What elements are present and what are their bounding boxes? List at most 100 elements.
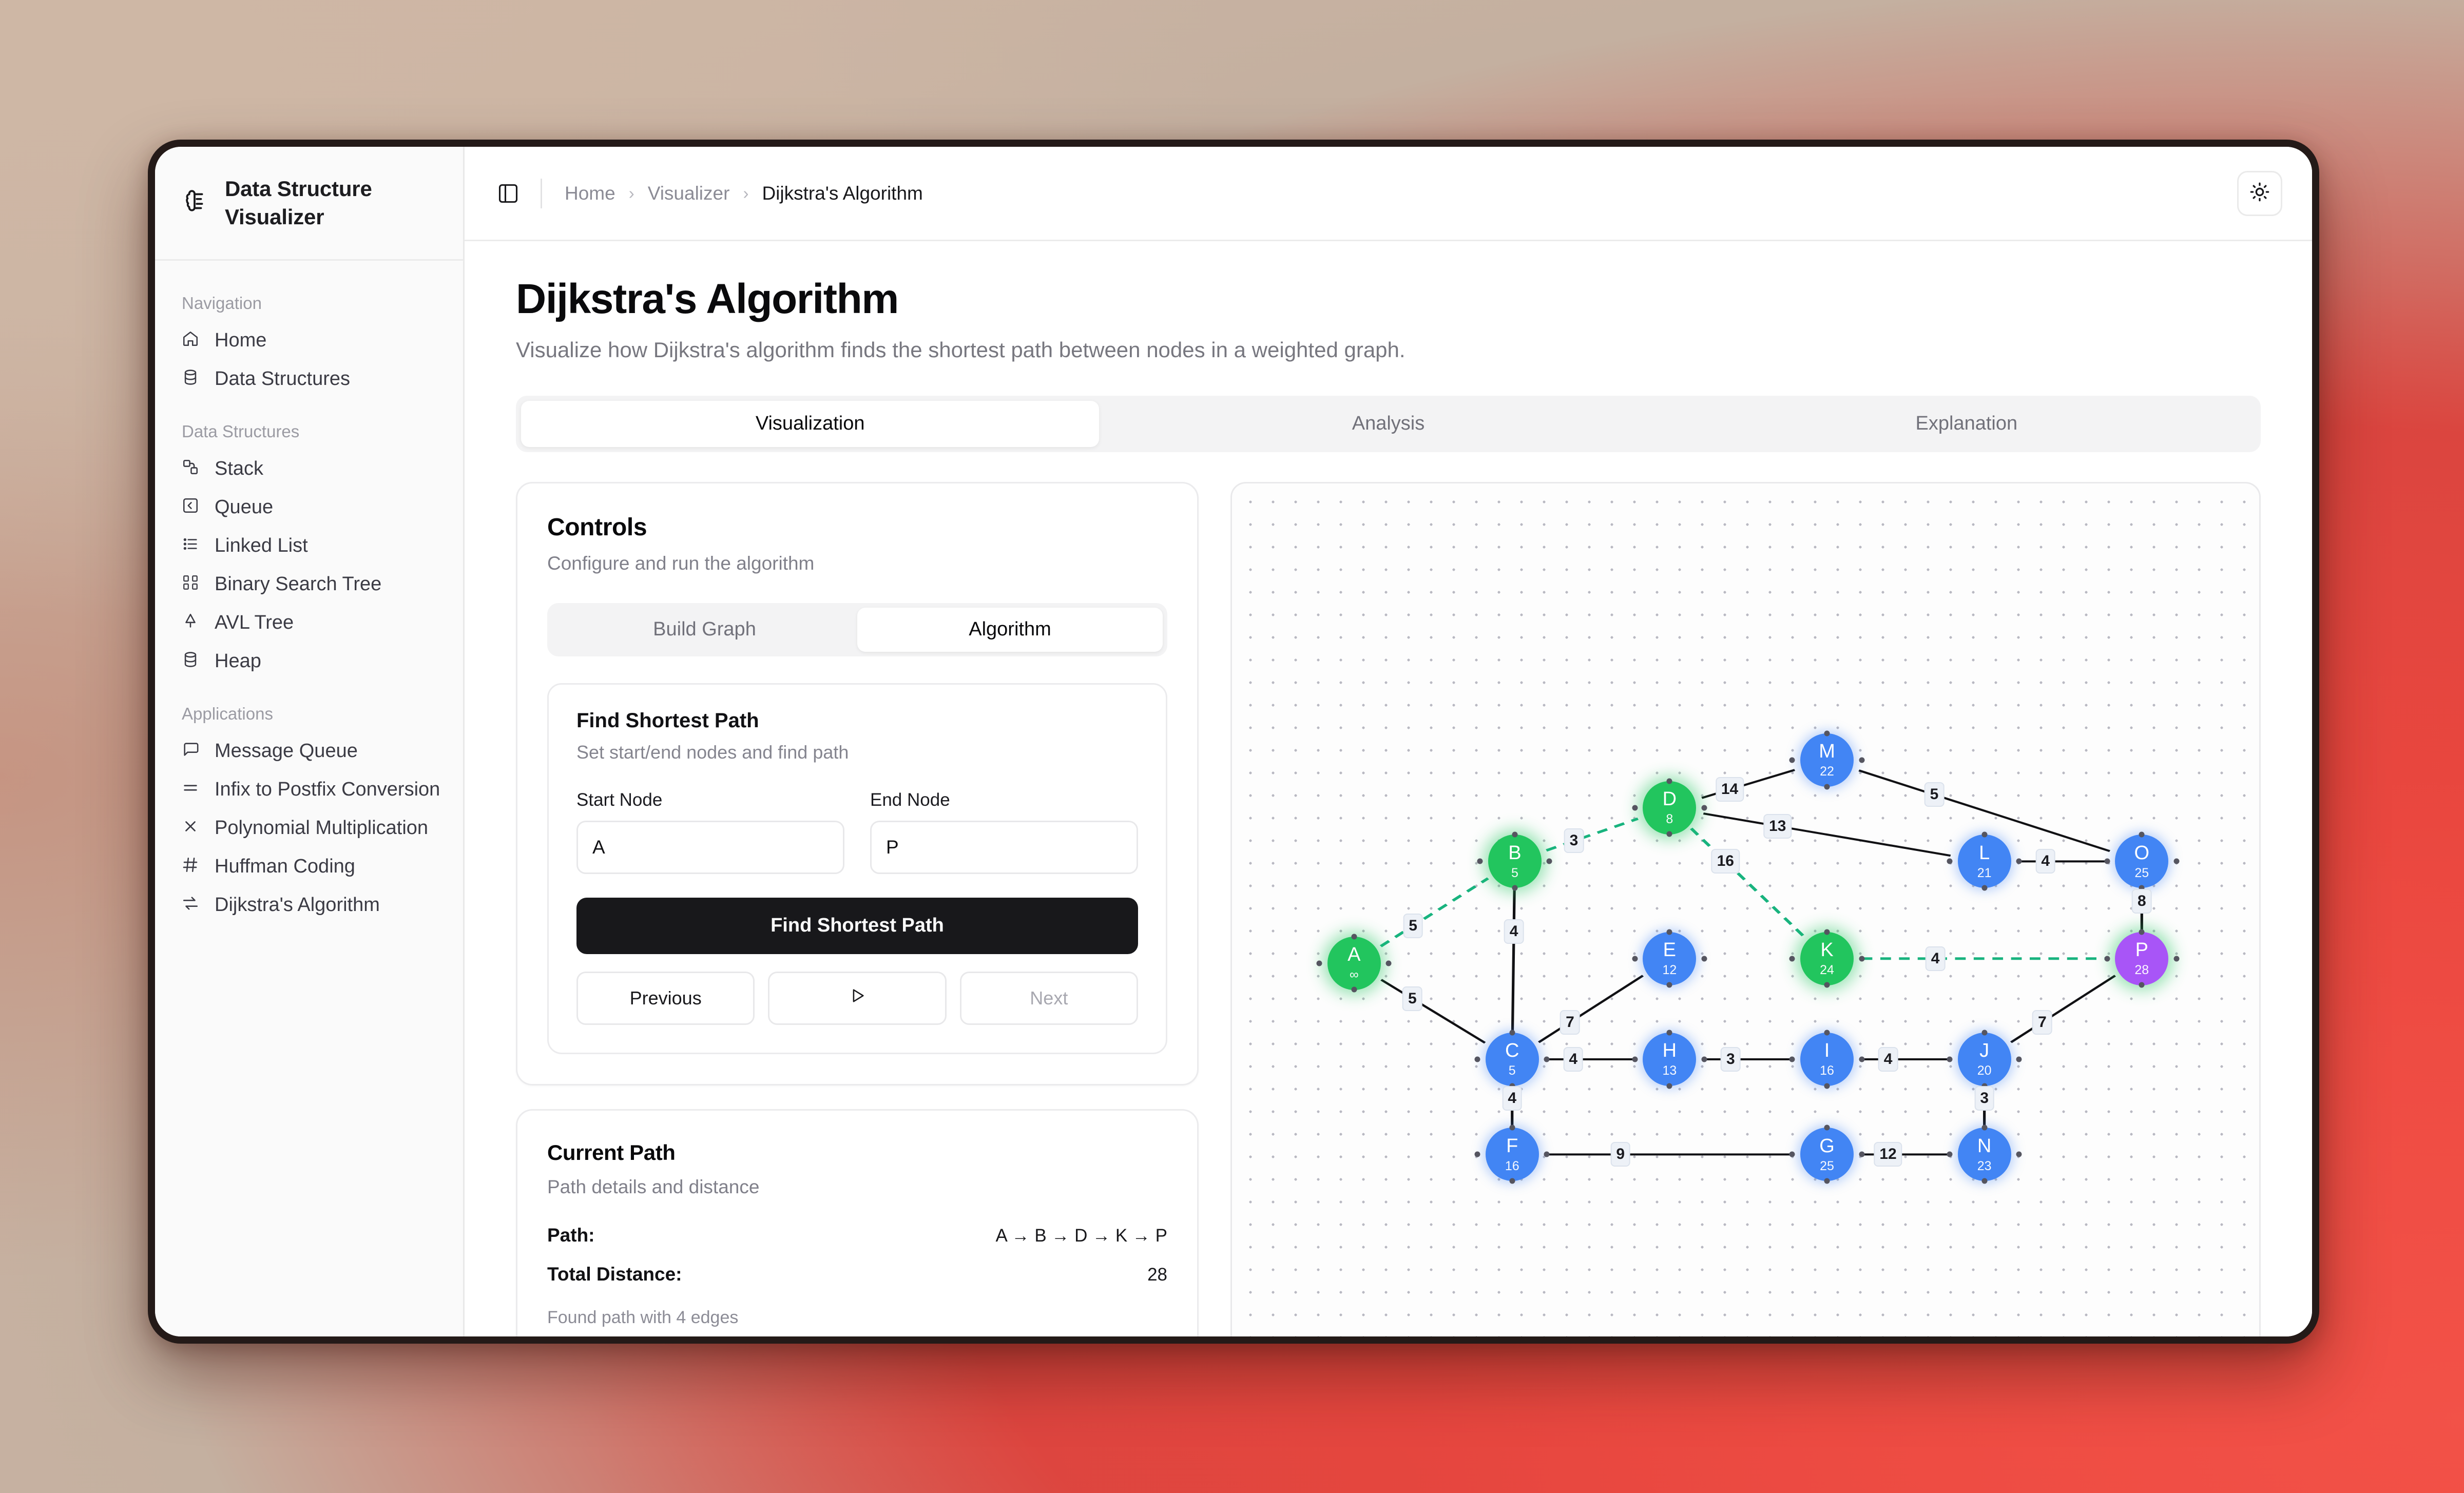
- node-connection-handle[interactable]: [2139, 831, 2145, 838]
- node-connection-handle[interactable]: [2104, 956, 2110, 962]
- graph-node-h[interactable]: H 13: [1643, 1032, 1697, 1086]
- mode-algorithm[interactable]: Algorithm: [857, 607, 1163, 652]
- tab-visualization[interactable]: Visualization: [521, 400, 1100, 447]
- app-brand[interactable]: Data Structure Visualizer: [155, 147, 463, 261]
- node-connection-handle[interactable]: [1981, 885, 1988, 891]
- graph-node-f[interactable]: F 16: [1485, 1128, 1539, 1181]
- sidebar-item-data-structures[interactable]: Data Structures: [155, 360, 463, 398]
- node-connection-handle[interactable]: [1824, 1030, 1830, 1036]
- sidebar-item-message-queue[interactable]: Message Queue: [155, 732, 463, 770]
- tab-analysis[interactable]: Analysis: [1099, 401, 1677, 447]
- node-connection-handle[interactable]: [1351, 986, 1357, 993]
- node-connection-handle[interactable]: [1546, 858, 1552, 864]
- node-connection-handle[interactable]: [1981, 831, 1988, 838]
- node-connection-handle[interactable]: [1544, 1056, 1550, 1062]
- graph-node-e[interactable]: E 12: [1643, 932, 1697, 985]
- play-button[interactable]: [768, 971, 947, 1025]
- node-connection-handle[interactable]: [2139, 982, 2145, 988]
- sidebar-item-infix-to-postfix[interactable]: Infix to Postfix Conversion: [155, 770, 463, 809]
- node-connection-handle[interactable]: [1859, 757, 1865, 763]
- sidebar-item-stack[interactable]: Stack: [155, 450, 463, 488]
- graph-edge[interactable]: [1379, 877, 1489, 947]
- previous-step-button[interactable]: Previous: [576, 971, 755, 1025]
- node-connection-handle[interactable]: [2173, 858, 2180, 864]
- node-connection-handle[interactable]: [1512, 831, 1518, 838]
- node-connection-handle[interactable]: [1666, 778, 1672, 784]
- node-connection-handle[interactable]: [1947, 858, 1953, 864]
- node-connection-handle[interactable]: [1824, 1083, 1830, 1089]
- node-connection-handle[interactable]: [1385, 960, 1392, 966]
- node-connection-handle[interactable]: [1509, 1124, 1515, 1131]
- node-connection-handle[interactable]: [1474, 1056, 1480, 1062]
- node-connection-handle[interactable]: [1824, 1124, 1830, 1131]
- graph-node-o[interactable]: O 25: [2115, 835, 2169, 888]
- graph-edge[interactable]: [1537, 975, 1644, 1043]
- sidebar-item-linked-list[interactable]: Linked List: [155, 527, 463, 565]
- graph-node-l[interactable]: L 21: [1957, 835, 2011, 888]
- sidebar-item-queue[interactable]: Queue: [155, 488, 463, 527]
- node-connection-handle[interactable]: [1544, 1151, 1550, 1157]
- node-connection-handle[interactable]: [1824, 784, 1830, 790]
- graph-edge[interactable]: [1703, 812, 1951, 857]
- node-connection-handle[interactable]: [2173, 956, 2180, 962]
- node-connection-handle[interactable]: [1701, 1056, 1707, 1062]
- sidebar-item-heap[interactable]: Heap: [155, 642, 463, 681]
- node-connection-handle[interactable]: [1824, 1178, 1830, 1184]
- node-connection-handle[interactable]: [1824, 730, 1830, 736]
- node-connection-handle[interactable]: [1981, 1178, 1988, 1184]
- sidebar-item-binary-search-tree[interactable]: Binary Search Tree: [155, 565, 463, 604]
- mode-build-graph[interactable]: Build Graph: [552, 608, 857, 652]
- graph-node-p[interactable]: P 28: [2115, 932, 2169, 985]
- node-connection-handle[interactable]: [1632, 956, 1638, 962]
- breadcrumb-item-visualizer[interactable]: Visualizer: [648, 183, 730, 204]
- node-connection-handle[interactable]: [1947, 1151, 1953, 1157]
- graph-node-b[interactable]: B5: [1488, 835, 1542, 888]
- node-connection-handle[interactable]: [1509, 1178, 1515, 1184]
- graph-edge[interactable]: [1690, 827, 1807, 939]
- graph-node-n[interactable]: N 23: [1957, 1128, 2011, 1181]
- graph-node-d[interactable]: D8: [1643, 781, 1697, 835]
- graph-node-m[interactable]: M 22: [1800, 733, 1854, 787]
- node-connection-handle[interactable]: [1632, 1056, 1638, 1062]
- node-connection-handle[interactable]: [1859, 1056, 1865, 1062]
- node-connection-handle[interactable]: [1351, 934, 1357, 940]
- node-connection-handle[interactable]: [1824, 929, 1830, 935]
- graph-edge[interactable]: [1380, 979, 1486, 1044]
- node-connection-handle[interactable]: [1789, 1151, 1795, 1157]
- node-connection-handle[interactable]: [1666, 1083, 1672, 1089]
- sidebar-item-avl-tree[interactable]: AVL Tree: [155, 604, 463, 642]
- node-connection-handle[interactable]: [2016, 1151, 2022, 1157]
- graph-node-i[interactable]: I 16: [1800, 1032, 1854, 1086]
- graph-edge[interactable]: [1546, 817, 1639, 852]
- node-connection-handle[interactable]: [1632, 805, 1638, 811]
- node-connection-handle[interactable]: [1701, 805, 1707, 811]
- graph-node-c[interactable]: C5: [1485, 1032, 1539, 1086]
- node-connection-handle[interactable]: [1947, 1056, 1953, 1062]
- start-node-input[interactable]: A: [576, 820, 844, 874]
- node-connection-handle[interactable]: [1981, 1124, 1988, 1131]
- sidebar-item-home[interactable]: Home: [155, 321, 463, 360]
- node-connection-handle[interactable]: [1512, 885, 1518, 891]
- node-connection-handle[interactable]: [1666, 982, 1672, 988]
- node-connection-handle[interactable]: [1477, 858, 1483, 864]
- node-connection-handle[interactable]: [2016, 1056, 2022, 1062]
- sidebar-item-dijkstras-algorithm[interactable]: Dijkstra's Algorithm: [155, 886, 463, 924]
- node-connection-handle[interactable]: [1789, 956, 1795, 962]
- node-connection-handle[interactable]: [2016, 858, 2022, 864]
- tab-explanation[interactable]: Explanation: [1678, 401, 2256, 447]
- node-connection-handle[interactable]: [1981, 1030, 1988, 1036]
- node-connection-handle[interactable]: [2139, 929, 2145, 935]
- graph-node-k[interactable]: K 24: [1800, 932, 1854, 985]
- node-connection-handle[interactable]: [1789, 757, 1795, 763]
- graph-node-j[interactable]: J 20: [1957, 1032, 2011, 1086]
- node-connection-handle[interactable]: [1859, 956, 1865, 962]
- sidebar-item-polynomial-multiplication[interactable]: Polynomial Multiplication: [155, 809, 463, 847]
- graph-node-g[interactable]: G 25: [1800, 1128, 1854, 1181]
- theme-toggle-button[interactable]: [2237, 170, 2282, 216]
- graph-node-a[interactable]: A ∞: [1327, 936, 1381, 990]
- find-shortest-path-button[interactable]: Find Shortest Path: [576, 897, 1138, 954]
- end-node-input[interactable]: P: [870, 820, 1138, 874]
- node-connection-handle[interactable]: [1859, 1151, 1865, 1157]
- node-connection-handle[interactable]: [2104, 858, 2110, 864]
- graph-canvas[interactable]: 5 3 16 4 5 4 7 4 4 14 13 5 4 8 3 4 3 7 9 12 A ∞ B 5 C 5 D 8 E 12 F 16 G 2…: [1230, 481, 2261, 1336]
